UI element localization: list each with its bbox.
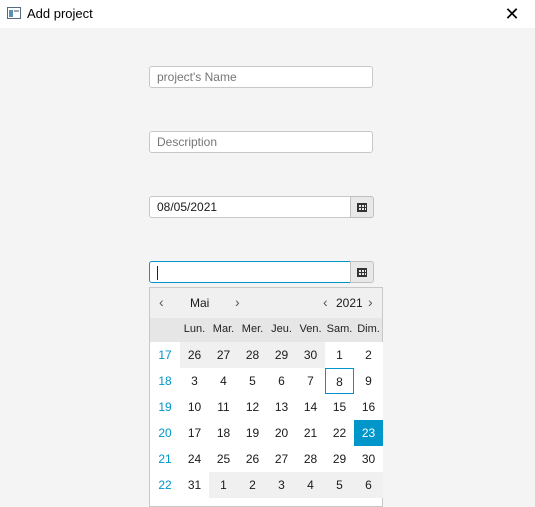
day-cell[interactable]: 19 [238, 420, 267, 446]
text-caret [157, 266, 158, 280]
weekday-label: Dim. [357, 323, 380, 335]
end-date-calendar-button[interactable] [350, 261, 374, 283]
app-icon [7, 7, 21, 19]
day-cell[interactable]: 26 [180, 342, 209, 368]
description-input[interactable] [149, 131, 373, 153]
calendar-icon [357, 202, 367, 212]
day-cell[interactable]: 4 [209, 368, 238, 394]
day-cell[interactable]: 12 [238, 394, 267, 420]
day-cell[interactable]: 9 [354, 368, 383, 394]
day-cell[interactable]: 1 [325, 342, 354, 368]
day-cell[interactable]: 13 [267, 394, 296, 420]
week-number: 21 [150, 446, 180, 472]
year-label: 2021 [336, 296, 363, 310]
weekday-label: Mer. [241, 323, 264, 335]
month-label: Mai [190, 296, 210, 310]
week-number: 18 [150, 368, 180, 394]
next-year-icon[interactable]: › [368, 294, 373, 310]
day-cell[interactable]: 5 [325, 472, 354, 498]
weekday-label: Sam. [326, 323, 353, 335]
prev-year-icon[interactable]: ‹ [323, 294, 328, 310]
day-cell[interactable]: 29 [325, 446, 354, 472]
day-cell[interactable]: 11 [209, 394, 238, 420]
weekday-label: Ven. [299, 323, 322, 335]
weekday-label: Lun. [183, 323, 206, 335]
day-cell[interactable]: 2 [354, 342, 383, 368]
day-cell[interactable]: 8 [325, 368, 354, 394]
day-cell[interactable]: 30 [354, 446, 383, 472]
day-cell[interactable]: 28 [296, 446, 325, 472]
start-date-input[interactable]: 08/05/2021 [149, 196, 351, 218]
day-cell[interactable]: 27 [267, 446, 296, 472]
day-cell[interactable]: 27 [209, 342, 238, 368]
day-cell[interactable]: 25 [209, 446, 238, 472]
week-number: 20 [150, 420, 180, 446]
day-cell[interactable]: 20 [267, 420, 296, 446]
day-cell[interactable]: 6 [354, 472, 383, 498]
week-number: 22 [150, 472, 180, 498]
day-cell[interactable]: 3 [180, 368, 209, 394]
weekday-label: Mar. [212, 323, 235, 335]
day-cell[interactable]: 23 [354, 420, 383, 446]
close-button[interactable]: ✕ [489, 0, 535, 28]
day-cell[interactable]: 7 [296, 368, 325, 394]
day-cell[interactable]: 26 [238, 446, 267, 472]
day-cell[interactable]: 15 [325, 394, 354, 420]
day-cell[interactable]: 21 [296, 420, 325, 446]
next-month-icon[interactable]: › [235, 294, 240, 310]
day-cell[interactable]: 2 [238, 472, 267, 498]
day-cell[interactable]: 4 [296, 472, 325, 498]
day-cell[interactable]: 22 [325, 420, 354, 446]
week-number: 17 [150, 342, 180, 368]
week-number: 19 [150, 394, 180, 420]
day-cell[interactable]: 14 [296, 394, 325, 420]
start-date-calendar-button[interactable] [350, 196, 374, 218]
day-cell[interactable]: 6 [267, 368, 296, 394]
prev-month-icon[interactable]: ‹ [159, 294, 164, 310]
project-name-input[interactable] [149, 66, 373, 88]
day-cell[interactable]: 24 [180, 446, 209, 472]
day-cell[interactable]: 17 [180, 420, 209, 446]
end-date-input[interactable] [149, 261, 351, 283]
close-icon: ✕ [504, 3, 520, 24]
day-cell[interactable]: 18 [209, 420, 238, 446]
day-cell[interactable]: 31 [180, 472, 209, 498]
title-bar: Add project ✕ [0, 0, 535, 28]
weekday-header-row: Lun. Mar. Mer. Jeu. Ven. Sam. Dim. [150, 318, 382, 342]
day-cell[interactable]: 28 [238, 342, 267, 368]
day-cell[interactable]: 16 [354, 394, 383, 420]
day-cell[interactable]: 29 [267, 342, 296, 368]
weekday-label: Jeu. [271, 323, 292, 335]
day-cell[interactable]: 10 [180, 394, 209, 420]
day-cell[interactable]: 30 [296, 342, 325, 368]
window-title: Add project [27, 6, 93, 21]
date-picker-header: ‹ Mai › ‹ 2021 › [150, 288, 382, 318]
day-cell[interactable]: 3 [267, 472, 296, 498]
day-cell[interactable]: 5 [238, 368, 267, 394]
date-picker-popup: ‹ Mai › ‹ 2021 › Lun. Mar. Mer. Jeu. Ven. Sam… [149, 287, 383, 507]
start-date-value: 08/05/2021 [157, 200, 218, 214]
calendar-icon [357, 267, 367, 277]
day-cell[interactable]: 1 [209, 472, 238, 498]
